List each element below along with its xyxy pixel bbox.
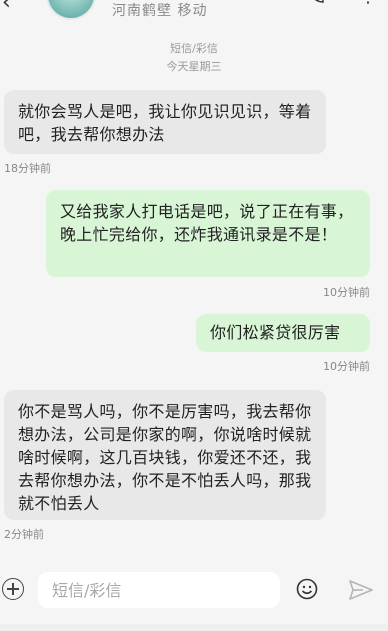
add-attachment-plus-icon[interactable] xyxy=(2,578,24,600)
navigation-bar xyxy=(0,624,388,631)
message-bubble-outgoing[interactable]: 你们松紧贷很厉害 xyxy=(196,314,370,352)
message-composer xyxy=(0,562,388,622)
message-input[interactable] xyxy=(38,572,280,608)
thread-channel-label: 短信/彩信 xyxy=(170,42,218,55)
back-arrow-icon[interactable]: ‹ xyxy=(2,0,11,15)
message-timestamp: 18分钟前 xyxy=(4,162,51,175)
send-icon[interactable] xyxy=(349,580,373,600)
message-bubble-incoming[interactable]: 就你会骂人是吧，我让你见识见识，等着吧，我去帮你想办法 xyxy=(4,90,326,154)
message-bubble-incoming[interactable]: 你不是骂人吗，你不是厉害吗，我去帮你想办法，公司是你家的啊，你说啥时候就啥时候啊… xyxy=(4,390,326,520)
message-bubble-outgoing[interactable]: 又给我家人打电话是吧，说了正在有事，晚上忙完给你，还炸我通讯录是不是！ xyxy=(46,190,370,277)
phone-call-icon[interactable] xyxy=(309,0,325,4)
message-timestamp: 10分钟前 xyxy=(323,286,370,299)
thread-day-label: 今天星期三 xyxy=(166,60,222,73)
message-timestamp: 10分钟前 xyxy=(323,360,370,373)
emoji-icon[interactable] xyxy=(296,578,318,600)
more-options-icon[interactable]: ⋮ xyxy=(359,0,377,7)
conversation-header: ‹ 河南鹤壁 移动 ⋮ xyxy=(0,0,388,22)
contact-avatar[interactable] xyxy=(46,0,96,20)
message-timestamp: 2分钟前 xyxy=(4,528,44,541)
contact-location: 河南鹤壁 移动 xyxy=(112,3,208,19)
